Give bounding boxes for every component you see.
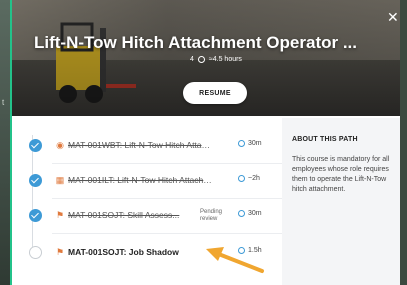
divider: [52, 233, 282, 234]
path-item[interactable]: ◉ MAT-001WBT: Lift-N-Tow Hitch Attach...…: [24, 131, 282, 161]
check-icon: [29, 139, 42, 152]
clock-icon: [238, 210, 245, 217]
path-item-title[interactable]: MAT-001SOJT: Job Shadow: [68, 247, 214, 257]
path-title: Lift-N-Tow Hitch Attachment Operator ...: [34, 33, 357, 52]
incomplete-circle-icon: [29, 246, 42, 259]
flag-icon: ⚑: [55, 247, 65, 257]
check-icon: [29, 209, 42, 222]
path-item[interactable]: ▦ MAT-001ILT: Lift-N-Tow Hitch Attachm..…: [24, 166, 282, 196]
divider: [52, 163, 282, 164]
divider: [52, 198, 282, 199]
path-meta: 4 ≈4.5 hours: [190, 56, 242, 63]
video-icon: ◉: [56, 140, 64, 150]
check-icon: [29, 174, 42, 187]
close-icon[interactable]: ✕: [387, 10, 399, 24]
background-text: t: [2, 98, 5, 107]
flag-icon: ⚑: [55, 210, 65, 220]
path-item-duration: 30m: [238, 140, 262, 147]
resume-button[interactable]: RESUME: [183, 82, 247, 104]
clock-icon: [238, 140, 245, 147]
path-item-title[interactable]: MAT-001WBT: Lift-N-Tow Hitch Attach...: [68, 140, 214, 150]
about-heading: ABOUT THIS PATH: [292, 136, 358, 143]
path-item[interactable]: ⚑ MAT-001SOJT: Skill Assess... Pending r…: [24, 201, 282, 231]
path-duration: ≈4.5 hours: [208, 56, 242, 63]
item-count: 4: [190, 56, 194, 63]
about-panel: ABOUT THIS PATH This course is mandatory…: [282, 118, 400, 285]
clock-icon: [238, 175, 245, 182]
calendar-icon: ▦: [55, 175, 65, 185]
learning-path-modal: Lift-N-Tow Hitch Attachment Operator ...…: [10, 0, 400, 285]
about-description: This course is mandatory for all employe…: [292, 156, 390, 193]
annotation-arrow-icon: [206, 247, 264, 273]
path-item-duration: 30m: [238, 210, 262, 217]
clock-icon: [197, 56, 205, 63]
path-item-title[interactable]: MAT-001ILT: Lift-N-Tow Hitch Attachm...: [68, 175, 214, 185]
pending-review-label: Pending review: [200, 209, 223, 222]
path-item-title[interactable]: MAT-001SOJT: Skill Assess...: [68, 210, 186, 220]
path-item-duration: ~2h: [238, 175, 260, 182]
